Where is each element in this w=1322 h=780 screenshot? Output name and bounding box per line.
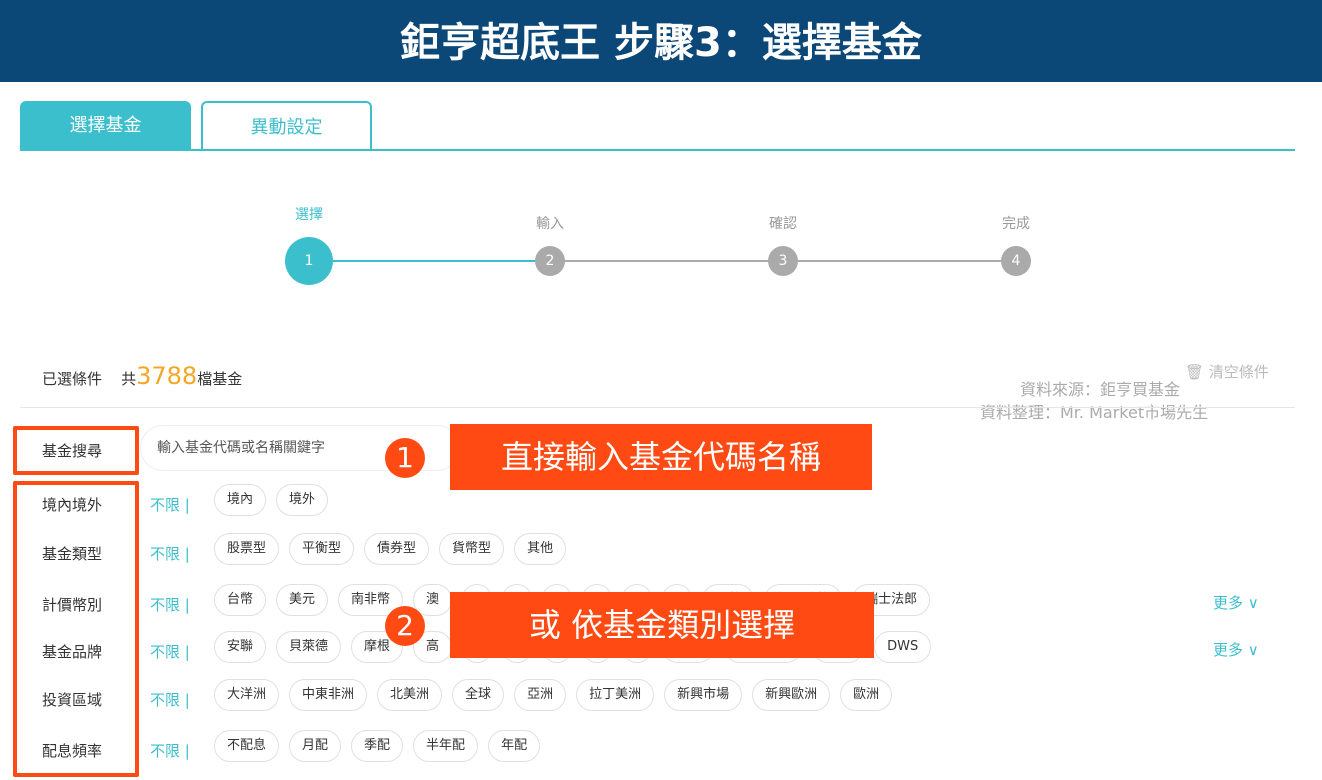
- filter-chip[interactable]: 月配: [289, 730, 342, 762]
- trash-icon: 🗑: [1185, 363, 1205, 381]
- more-label: 更多: [1213, 641, 1244, 659]
- filter-chip[interactable]: 安聯: [214, 631, 267, 663]
- chevron-down-icon: ∨: [1247, 641, 1259, 659]
- filter-chips: 大洋洲 中東非洲 北美洲 全球 亞洲 拉丁美洲 新興市場 新興歐洲 歐洲: [214, 679, 893, 711]
- count-prefix: 共: [121, 370, 137, 388]
- annotation-badge-1: 1: [385, 438, 425, 478]
- filter-row: 基金類型 不限 | 股票型 平衡型 債券型 貨幣型 其他: [0, 533, 1322, 573]
- page-title: 鉅亨超底王 步驟3：選擇基金: [0, 0, 1322, 82]
- filter-row: 投資區域 不限 | 大洋洲 中東非洲 北美洲 全球 亞洲 拉丁美洲 新興市場 新興歐洲 歐洲: [0, 679, 1322, 719]
- filter-chip[interactable]: 新興歐洲: [752, 679, 831, 711]
- filter-chip[interactable]: DWS: [874, 631, 932, 663]
- filter-chips: 境內 境外: [214, 484, 329, 516]
- filter-chip[interactable]: 不配息: [214, 730, 280, 762]
- clear-label: 清空條件: [1208, 363, 1269, 381]
- step-label: 確認: [769, 216, 797, 232]
- filter-chips: 股票型 平衡型 債券型 貨幣型 其他: [214, 533, 567, 565]
- step-label: 選擇: [295, 207, 323, 223]
- chevron-down-icon: ∨: [1247, 594, 1259, 612]
- more-label: 更多: [1213, 594, 1244, 612]
- filter-chip[interactable]: 股票型: [214, 533, 280, 565]
- unlimited-option[interactable]: 不限 |: [150, 740, 190, 761]
- annotation-callout-1: 直接輸入基金代碼名稱: [450, 424, 872, 490]
- selected-label: 已選條件: [42, 370, 103, 388]
- filter-chip[interactable]: 北美洲: [377, 679, 443, 711]
- tab-change-settings[interactable]: 異動設定: [201, 101, 372, 151]
- filter-chip[interactable]: 平衡型: [289, 533, 355, 565]
- filter-chip[interactable]: 半年配: [413, 730, 479, 762]
- count-suffix: 檔基金: [197, 370, 243, 388]
- filter-chip[interactable]: 美元: [276, 584, 329, 616]
- fund-count: 3788: [136, 362, 198, 390]
- stepper-progress: [309, 260, 550, 262]
- annotation-badge-2: 2: [385, 606, 425, 646]
- filter-chip[interactable]: 其他: [514, 533, 567, 565]
- filter-chip[interactable]: 貨幣型: [439, 533, 505, 565]
- filter-chip[interactable]: 大洋洲: [214, 679, 280, 711]
- unlimited-option[interactable]: 不限 |: [150, 641, 190, 662]
- step-circle: 1: [285, 237, 333, 285]
- filter-chip[interactable]: 新興市場: [664, 679, 743, 711]
- tab-select-fund[interactable]: 選擇基金: [20, 101, 191, 151]
- clear-conditions-button[interactable]: 🗑 清空條件: [1185, 361, 1269, 382]
- filter-chip[interactable]: 亞洲: [514, 679, 567, 711]
- unlimited-option[interactable]: 不限 |: [150, 594, 190, 615]
- highlight-filter-labels: [13, 481, 139, 777]
- filter-chip[interactable]: 拉丁美洲: [576, 679, 655, 711]
- highlight-search-label: [13, 426, 139, 475]
- annotation-callout-2: 或 依基金類別選擇: [450, 592, 874, 658]
- tab-underline: [20, 149, 1295, 151]
- step-circle: 2: [535, 246, 565, 276]
- filter-chip[interactable]: 季配: [351, 730, 404, 762]
- step-circle: 4: [1001, 246, 1031, 276]
- filter-row: 境內境外 不限 | 境內 境外: [0, 484, 1322, 524]
- source-line: 資料來源：鉅亨買基金: [1020, 380, 1181, 399]
- filter-chip[interactable]: 全球: [452, 679, 505, 711]
- filter-chip[interactable]: 境內: [214, 484, 267, 516]
- filter-chip[interactable]: 境外: [276, 484, 329, 516]
- filter-row: 配息頻率 不限 | 不配息 月配 季配 半年配 年配: [0, 730, 1322, 770]
- step-label: 完成: [1002, 216, 1030, 232]
- selected-summary: 已選條件 共3788檔基金: [42, 362, 242, 390]
- compiled-line: 資料整理：Mr. Market市場先生: [980, 403, 1209, 422]
- filter-panel-border: [20, 407, 1295, 409]
- filter-chips: 不配息 月配 季配 半年配 年配: [214, 730, 541, 762]
- unlimited-option[interactable]: 不限 |: [150, 543, 190, 564]
- filter-chip[interactable]: 債券型: [364, 533, 430, 565]
- filter-chip[interactable]: 貝萊德: [276, 631, 342, 663]
- step-circle: 3: [768, 246, 798, 276]
- more-button[interactable]: 更多 ∨: [1213, 592, 1259, 613]
- more-button[interactable]: 更多 ∨: [1213, 639, 1259, 660]
- filter-chip[interactable]: 台幣: [214, 584, 267, 616]
- step-label: 輸入: [536, 216, 564, 232]
- filter-chip[interactable]: 歐洲: [840, 679, 893, 711]
- unlimited-option[interactable]: 不限 |: [150, 494, 190, 515]
- filter-chip[interactable]: 年配: [488, 730, 541, 762]
- filter-chip[interactable]: 中東非洲: [289, 679, 368, 711]
- unlimited-option[interactable]: 不限 |: [150, 689, 190, 710]
